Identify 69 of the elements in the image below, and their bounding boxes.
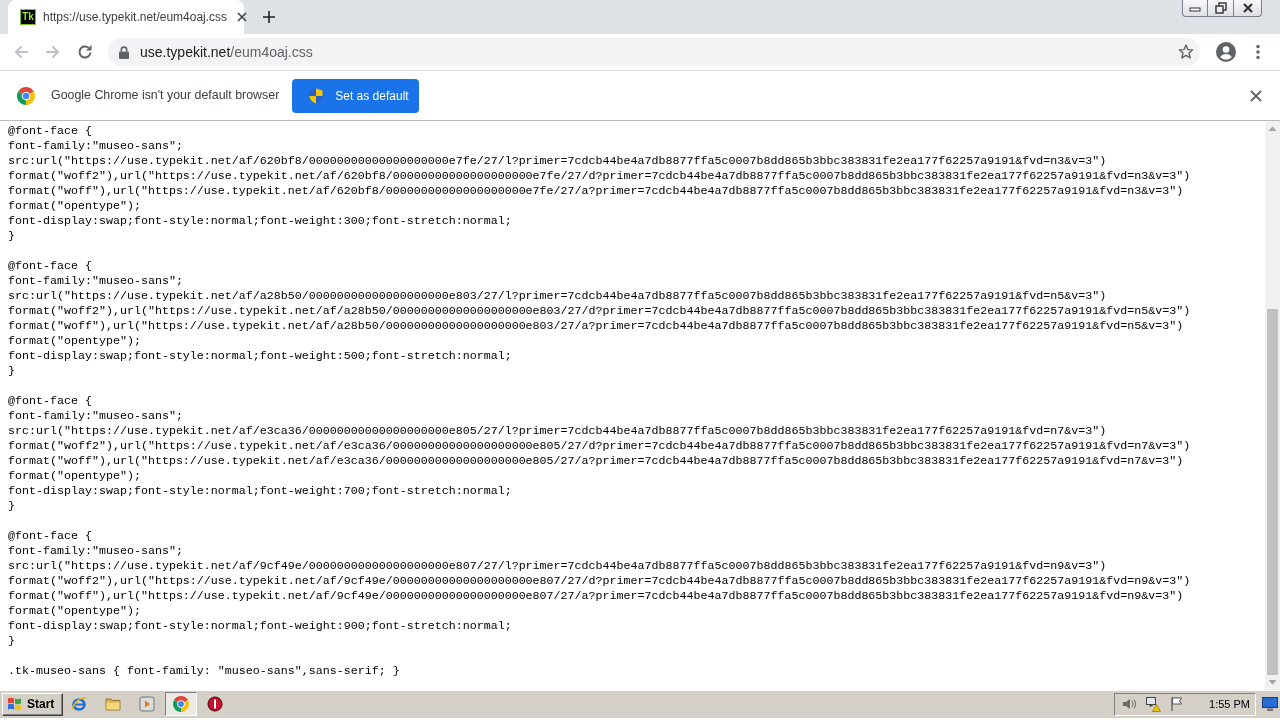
minimize-icon xyxy=(1189,4,1201,12)
code-line: format("opentype"); xyxy=(8,199,141,214)
media-player-icon xyxy=(139,696,155,712)
close-icon xyxy=(1241,3,1254,13)
avatar-icon xyxy=(1216,42,1236,62)
code-line: font-display:swap;font-style:normal;font-weight:700;font-stretch:normal; xyxy=(8,484,512,499)
lock-icon xyxy=(119,45,129,59)
code-line: @font-face { xyxy=(8,259,92,274)
code-line: font-display:swap;font-style:normal;font-weight:300;font-stretch:normal; xyxy=(8,214,512,229)
code-line: .tk-museo-sans { font-family: "museo-sans",sans-serif; } xyxy=(8,664,400,679)
code-line: format("opentype"); xyxy=(8,469,141,484)
code-line: format("woff2"),url("https://use.typekit.net/af/a28b50/00000000000000000000e803/27/d?primer=7cdcb44be4a7db8877ffa5c0007b8dd865b3bbc383831fe2ea177f62257a9191&fvd=n5&v=3") xyxy=(8,304,1191,319)
code-line: } xyxy=(8,364,15,379)
infobar-message: Google Chrome isn't your default browser xyxy=(51,87,280,105)
close-window-button[interactable] xyxy=(1234,0,1262,17)
code-line: src:url("https://use.typekit.net/af/620bf8/00000000000000000000e7fe/27/l?primer=7cdcb44be4a7db8877ffa5c0007b8dd865b3bbc383831fe2ea177f62257a9191&fvd=n3&v=3") xyxy=(8,154,1107,169)
code-line: format("opentype"); xyxy=(8,604,141,619)
star-icon xyxy=(1178,44,1194,60)
code-line: font-family:"museo-sans"; xyxy=(8,274,183,289)
menu-icon xyxy=(1256,44,1260,60)
forward-arrow-icon xyxy=(45,44,61,60)
code-line: } xyxy=(8,499,15,514)
code-line: font-family:"museo-sans"; xyxy=(8,544,183,559)
network-warning-icon[interactable] xyxy=(1145,696,1162,712)
code-line: font-display:swap;font-style:normal;font-weight:500;font-stretch:normal; xyxy=(8,349,512,364)
code-line: font-family:"museo-sans"; xyxy=(8,409,183,424)
code-line: format("woff"),url("https://use.typekit.net/af/9cf49e/00000000000000000000e807/27/a?primer=7cdcb44be4a7db8877ffa5c0007b8dd865b3bbc383831fe2ea177f62257a9191&fvd=n9&v=3") xyxy=(8,589,1184,604)
code-line: format("woff2"),url("https://use.typekit.net/af/9cf49e/00000000000000000000e807/27/d?primer=7cdcb44be4a7db8877ffa5c0007b8dd865b3bbc383831fe2ea177f62257a9191&fvd=n9&v=3") xyxy=(8,574,1191,589)
code-line: src:url("https://use.typekit.net/af/a28b50/00000000000000000000e803/27/l?primer=7cdcb44be4a7db8877ffa5c0007b8dd865b3bbc383831fe2ea177f62257a9191&fvd=n5&v=3") xyxy=(8,289,1107,304)
address-bar[interactable]: use.typekit.net/eum4oaj.css xyxy=(108,38,1200,66)
code-line: format("woff2"),url("https://use.typekit.net/af/620bf8/00000000000000000000e7fe/27/d?primer=7cdcb44be4a7db8877ffa5c0007b8dd865b3bbc383831fe2ea177f62257a9191&fvd=n3&v=3") xyxy=(8,169,1191,184)
monitor-icon[interactable] xyxy=(1262,696,1278,712)
reload-icon xyxy=(77,44,93,60)
code-line: @font-face { xyxy=(8,529,92,544)
browser-tab[interactable]: Tk https://use.typekit.net/eum4oaj.css xyxy=(8,0,244,34)
code-line: src:url("https://use.typekit.net/af/9cf49e/00000000000000000000e807/27/l?primer=7cdcb44be4a7db8877ffa5c0007b8dd865b3bbc383831fe2ea177f62257a9191&fvd=n9&v=3") xyxy=(8,559,1107,574)
folder-icon xyxy=(105,696,121,712)
code-line: @font-face { xyxy=(8,394,92,409)
browser-e-icon xyxy=(71,696,87,712)
browser-logo-icon xyxy=(173,696,189,712)
back-arrow-icon xyxy=(13,44,29,60)
shield-icon xyxy=(309,87,324,104)
code-line: font-display:swap;font-style:normal;font-weight:900;font-stretch:normal; xyxy=(8,619,512,634)
code-line: font-family:"museo-sans"; xyxy=(8,139,183,154)
code-line: } xyxy=(8,634,15,649)
code-line: } xyxy=(8,229,15,244)
close-icon xyxy=(1250,89,1262,102)
code-line: format("woff"),url("https://use.typekit.net/af/a28b50/00000000000000000000e803/27/a?primer=7cdcb44be4a7db8877ffa5c0007b8dd865b3bbc383831fe2ea177f62257a9191&fvd=n5&v=3") xyxy=(8,319,1184,334)
code-line: format("woff2"),url("https://use.typekit.net/af/e3ca36/00000000000000000000e805/27/d?primer=7cdcb44be4a7db8877ffa5c0007b8dd865b3bbc383831fe2ea177f62257a9191&fvd=n7&v=3") xyxy=(8,439,1191,454)
scrollbar-thumb[interactable] xyxy=(1267,309,1278,675)
restore-button[interactable] xyxy=(1208,0,1234,17)
browser-logo-icon xyxy=(17,86,35,105)
code-line: src:url("https://use.typekit.net/af/e3ca36/00000000000000000000e805/27/l?primer=7cdcb44be4a7db8877ffa5c0007b8dd865b3bbc383831fe2ea177f62257a9191&fvd=n7&v=3") xyxy=(8,424,1107,439)
code-line: format("opentype"); xyxy=(8,334,141,349)
set-default-button[interactable]: Set as default xyxy=(292,78,420,113)
taskbar-button[interactable] xyxy=(165,692,197,716)
code-line: format("woff"),url("https://use.typekit.net/af/620bf8/00000000000000000000e7fe/27/a?primer=7cdcb44be4a7db8877ffa5c0007b8dd865b3bbc383831fe2ea177f62257a9191&fvd=n3&v=3") xyxy=(8,184,1184,199)
speaker-icon[interactable] xyxy=(1121,696,1138,712)
start-button[interactable]: Start xyxy=(2,692,63,716)
stop-sign-icon xyxy=(207,696,223,712)
plus-icon xyxy=(263,11,275,23)
tab-favicon: Tk xyxy=(20,9,36,25)
code-line: format("woff"),url("https://use.typekit.net/af/e3ca36/00000000000000000000e805/27/a?primer=7cdcb44be4a7db8877ffa5c0007b8dd865b3bbc383831fe2ea177f62257a9191&fvd=n7&v=3") xyxy=(8,454,1184,469)
close-icon xyxy=(237,12,248,22)
restore-icon xyxy=(1214,2,1227,14)
minimize-button[interactable] xyxy=(1182,0,1208,17)
start-logo-icon xyxy=(6,696,24,712)
code-line: @font-face { xyxy=(8,124,92,139)
clock: 1:55 PM xyxy=(1209,696,1250,712)
